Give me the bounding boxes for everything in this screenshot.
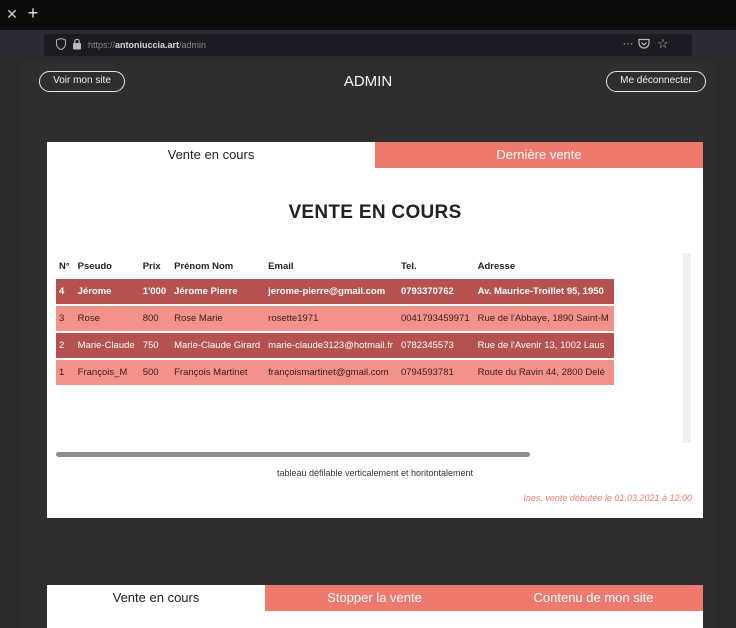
cell-phone: 0794593781 <box>397 360 475 385</box>
cell-phone: 0793370762 <box>397 279 475 304</box>
pocket-icon[interactable] <box>638 38 650 50</box>
column-header: Pseudo <box>77 260 112 272</box>
cell-address: Rue de l'Abbaye, 1890 Saint-M <box>474 306 614 331</box>
cell-name: François Martinet <box>171 360 266 385</box>
cell-email: jerome-pierre@gmail.com <box>265 279 398 304</box>
cell-address: Av. Maurice-Troillet 95, 1950 <box>474 279 614 304</box>
tab-stop-sale[interactable]: Stopper la vente <box>265 585 484 611</box>
cell-pseudo: Marie-Claude <box>74 333 140 358</box>
vertical-scrollbar[interactable] <box>683 253 691 443</box>
column-header: Prénom Nom <box>174 260 234 272</box>
shield-icon[interactable] <box>56 38 66 50</box>
cell-phone: 0041793459971 <box>397 306 475 331</box>
cell-phone: 0782345573 <box>397 333 475 358</box>
horizontal-scrollbar-thumb[interactable] <box>56 452 530 457</box>
cell-number: 4 <box>56 279 75 304</box>
more-icon[interactable]: ··· <box>620 36 636 52</box>
cell-price: 500 <box>139 360 172 385</box>
url-text[interactable]: https://antoniuccia.art/admin <box>88 38 206 52</box>
cell-email: marie-claude3123@hotmail.fr <box>265 333 398 358</box>
cell-pseudo: Jérome <box>74 279 140 304</box>
bids-table: N° Pseudo Prix Prénom Nom Email Tel. Adr… <box>56 253 614 385</box>
tab-site-content[interactable]: Contenu de mon site <box>484 585 703 611</box>
cell-price: 750 <box>139 333 172 358</box>
second-panel: Vente en cours Stopper la vente Contenu … <box>47 585 703 628</box>
url-path: /admin <box>179 40 207 50</box>
cell-email: rosette1971 <box>265 306 398 331</box>
tab-current-sale-2[interactable]: Vente en cours <box>47 585 265 611</box>
cell-address: Route du Ravin 44, 2800 Delé <box>474 360 614 385</box>
admin-page: Voir mon site ADMIN Me déconnecter Vente… <box>20 60 716 628</box>
cell-name: Rose Marie <box>171 306 266 331</box>
cell-number: 2 <box>56 333 75 358</box>
browser-tab-bar: ✕ + <box>0 0 736 30</box>
cell-pseudo: François_M <box>74 360 140 385</box>
table-row[interactable]: 2 Marie-Claude 750 Marie-Claude Girard m… <box>56 333 614 358</box>
cell-pseudo: Rose <box>74 306 140 331</box>
cell-number: 1 <box>56 360 75 385</box>
column-header: Prix <box>142 260 161 272</box>
column-header: Adresse <box>477 260 516 272</box>
sale-panel: Vente en cours Dernière vente VENTE EN C… <box>47 142 703 518</box>
table-row[interactable]: 3 Rose 800 Rose Marie rosette1971 004179… <box>56 306 614 331</box>
cell-price: 800 <box>139 306 172 331</box>
table-header-row: N° Pseudo Prix Prénom Nom Email Tel. Adr… <box>56 253 614 279</box>
cell-address: Rue de l'Avenir 13, 1002 Laus <box>474 333 614 358</box>
tab-last-sale[interactable]: Dernière vente <box>375 142 703 168</box>
cell-name: Jérome Pierre <box>171 279 266 304</box>
cell-price: 1'000 <box>139 279 172 304</box>
cell-name: Marie-Claude Girard <box>171 333 266 358</box>
column-header: Email <box>268 260 294 272</box>
section-title: VENTE EN COURS <box>288 202 462 223</box>
column-header: N° <box>59 260 70 272</box>
column-header: Tel. <box>400 260 417 272</box>
plus-icon[interactable]: + <box>24 4 42 22</box>
url-domain: antoniuccia.art <box>115 40 180 50</box>
cell-email: françoismartinet@gmail.com <box>265 360 398 385</box>
close-icon[interactable]: ✕ <box>4 5 20 23</box>
table-row[interactable]: 4 Jérome 1'000 Jérome Pierre jerome-pier… <box>56 279 614 304</box>
url-prefix: https:// <box>88 40 116 50</box>
logout-button[interactable]: Me déconnecter <box>606 71 706 92</box>
star-icon[interactable]: ☆ <box>656 36 670 52</box>
cell-number: 3 <box>56 306 75 331</box>
table-row[interactable]: 1 François_M 500 François Martinet franç… <box>56 360 614 385</box>
sale-status: Ines, vente débutée le 01.03.2021 à 12:0… <box>523 493 692 503</box>
scroll-hint: tableau défilable verticalement et horit… <box>276 468 474 478</box>
tab-current-sale[interactable]: Vente en cours <box>47 142 375 168</box>
bids-table-scroll[interactable]: N° Pseudo Prix Prénom Nom Email Tel. Adr… <box>56 253 683 433</box>
lock-icon[interactable] <box>72 38 82 50</box>
